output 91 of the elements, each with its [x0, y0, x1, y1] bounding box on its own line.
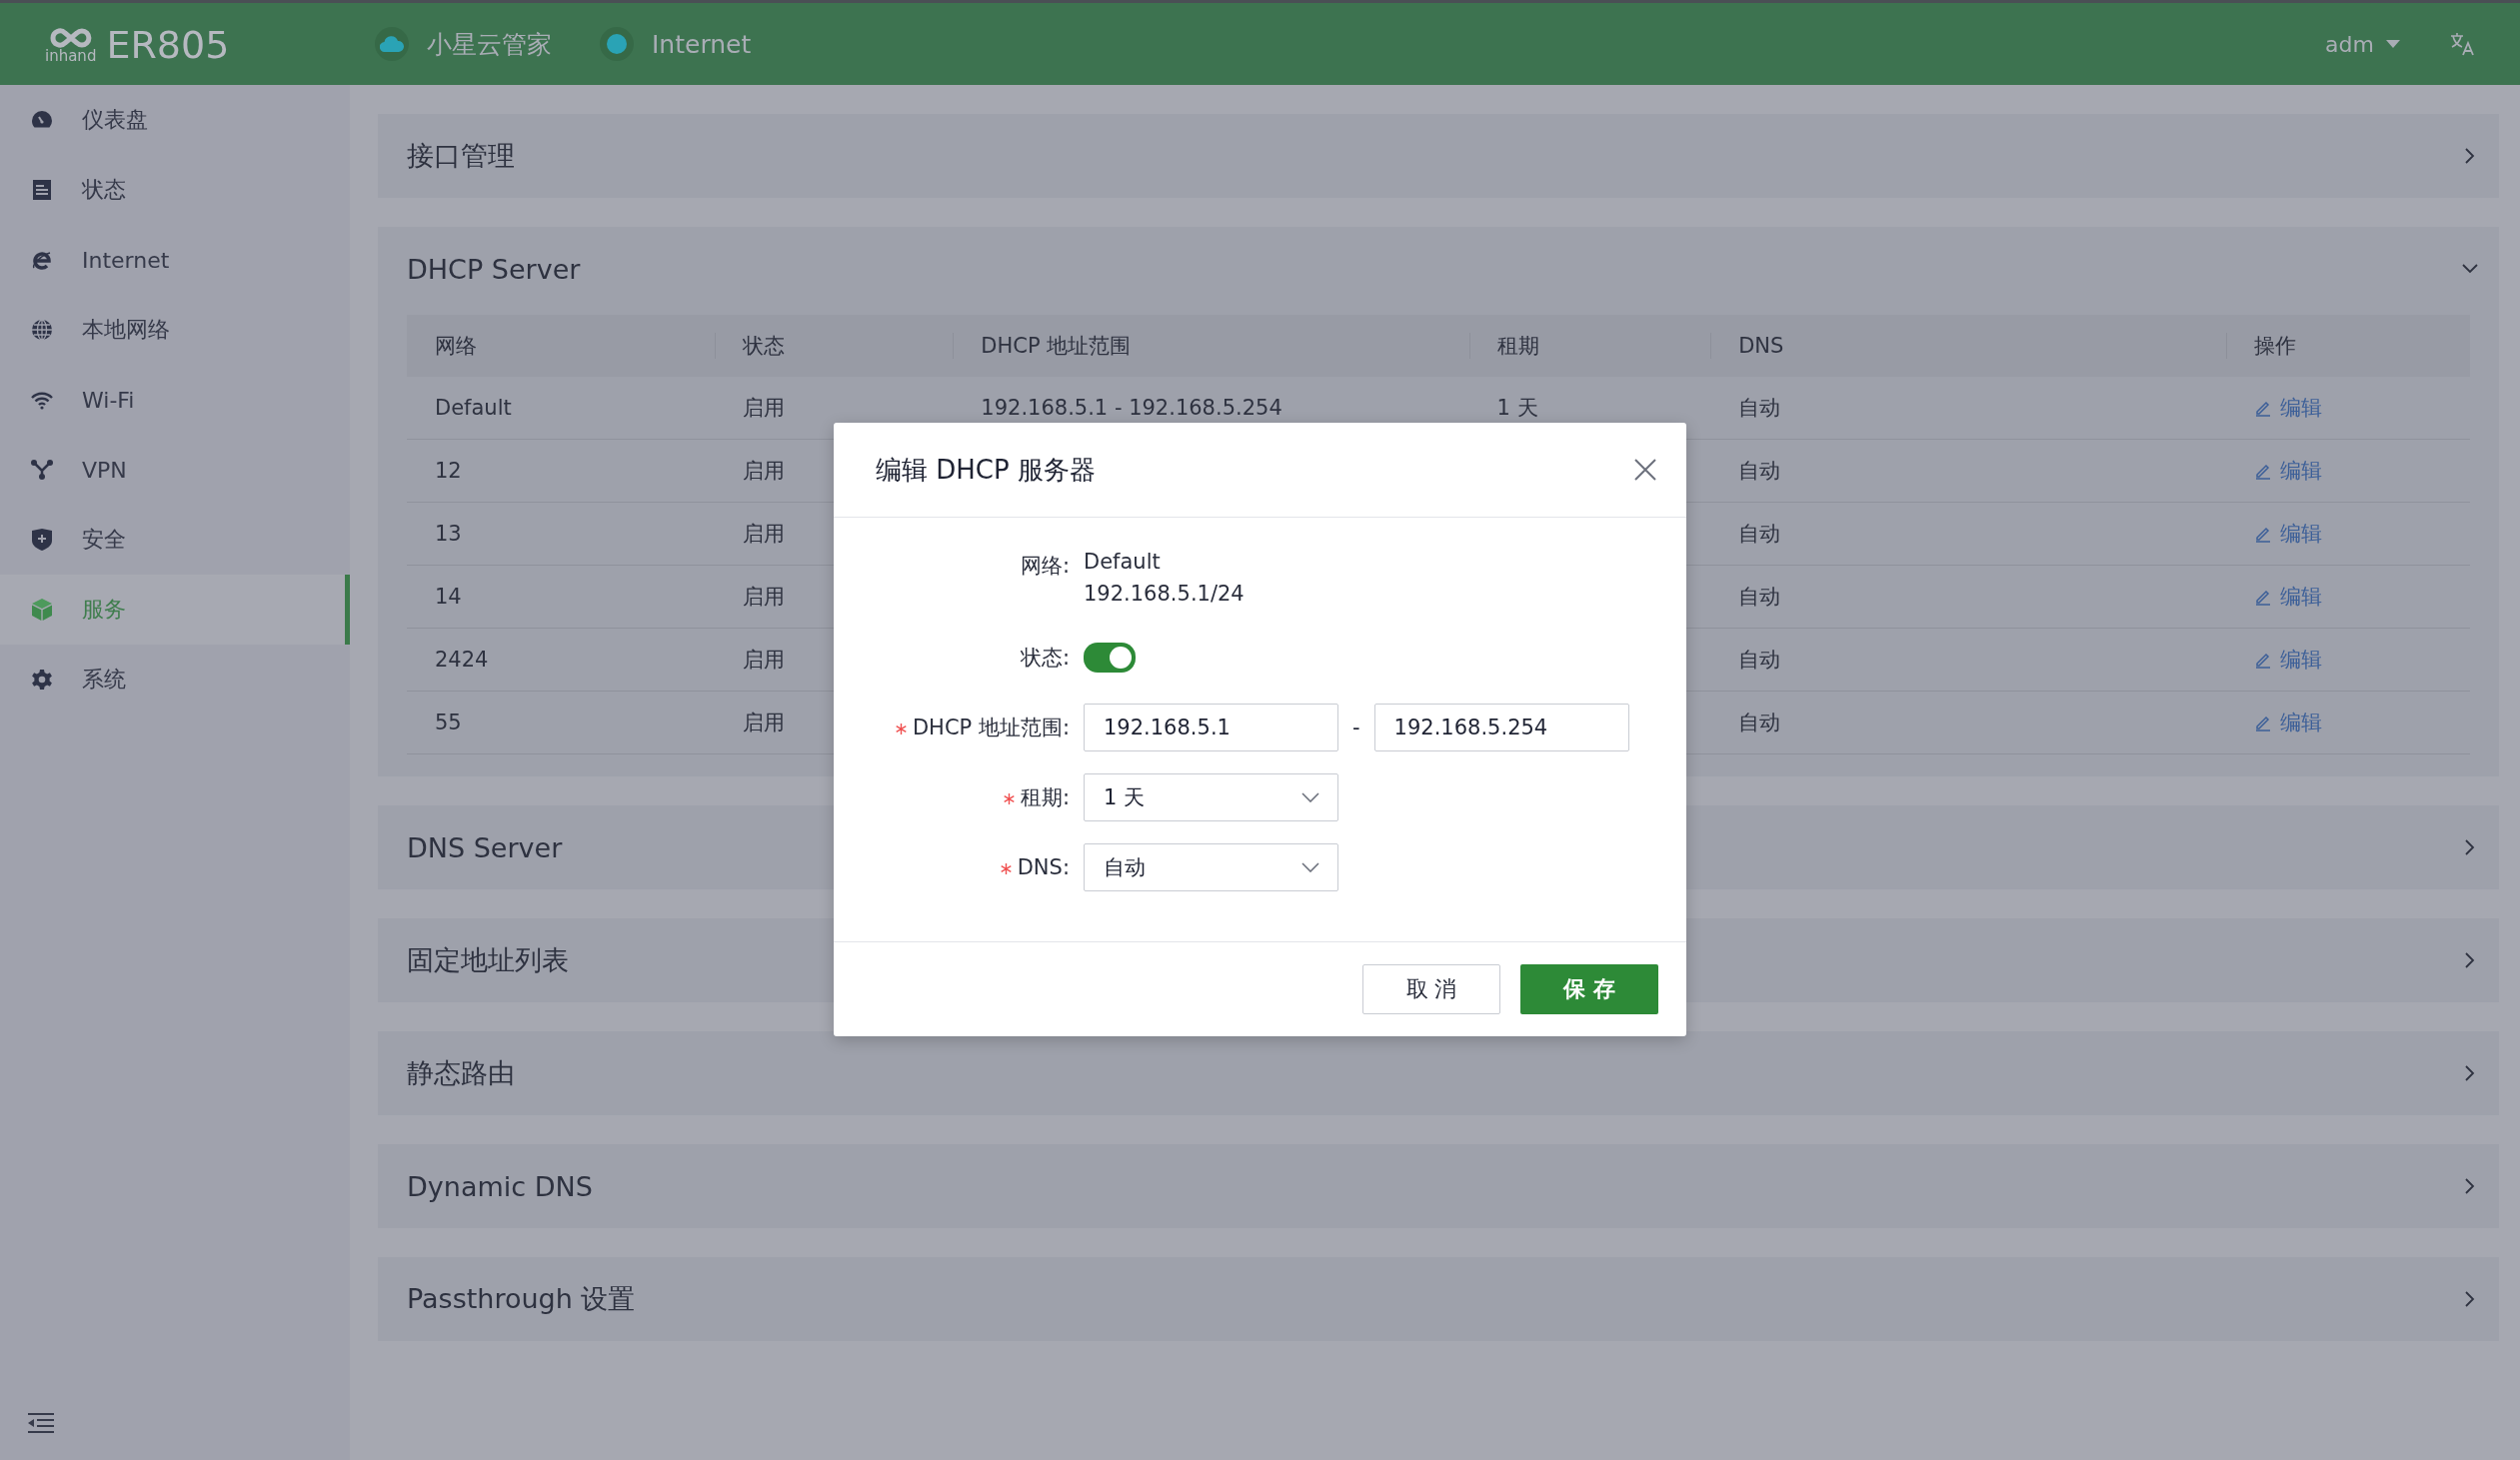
status-dot-icon — [607, 34, 627, 54]
globe-icon — [31, 319, 53, 341]
pencil-icon — [2254, 399, 2273, 417]
sidebar-item[interactable]: VPN — [0, 435, 350, 505]
pencil-icon — [2254, 714, 2273, 731]
table-cell: 启用 — [742, 459, 785, 483]
field-label: 状态: — [1020, 646, 1070, 670]
gear-icon — [31, 669, 53, 691]
table-cell: Default — [435, 396, 512, 420]
column-header: 操作 — [2226, 315, 2470, 377]
sidebar-item[interactable]: 状态 — [0, 155, 350, 225]
sidebar-item[interactable]: 本地网络 — [0, 295, 350, 365]
panel-title[interactable]: DHCP Server — [407, 253, 581, 285]
edit-link[interactable]: 编辑 — [2254, 520, 2323, 548]
field-label: 网络: — [1020, 554, 1070, 578]
gauge-icon — [31, 109, 53, 131]
field-label: DNS: — [1017, 855, 1070, 879]
dialog-title: 编辑 DHCP 服务器 — [876, 453, 1096, 487]
sidebar-item[interactable]: Wi-Fi — [0, 365, 350, 435]
pencil-icon — [2254, 651, 2273, 669]
table-cell: 12 — [435, 459, 462, 483]
range-separator: - — [1352, 716, 1360, 739]
panel-title[interactable]: DNS Server — [407, 831, 563, 863]
save-button[interactable]: 保 存 — [1520, 964, 1658, 1014]
column-header: 状态 — [714, 315, 954, 377]
panel-title[interactable]: 接口管理 — [407, 138, 515, 174]
product-name: ER805 — [106, 25, 230, 64]
table-cell: 启用 — [742, 711, 785, 734]
panel-title[interactable]: Dynamic DNS — [407, 1170, 593, 1202]
field-label: 租期: — [1020, 785, 1070, 809]
table-cell: 55 — [435, 711, 462, 734]
table-cell: 13 — [435, 522, 462, 546]
document-icon — [32, 179, 52, 201]
table-cell: 启用 — [742, 648, 785, 672]
field-label: DHCP 地址范围: — [912, 716, 1070, 739]
sidebar-item[interactable]: Internet — [0, 225, 350, 295]
column-header: DHCP 地址范围 — [953, 315, 1469, 377]
table-cell: 自动 — [1738, 396, 1781, 420]
sidebar-item[interactable]: 仪表盘 — [0, 85, 350, 155]
toggle-switch[interactable] — [1084, 643, 1136, 673]
table-cell: 自动 — [1738, 459, 1781, 483]
edit-link[interactable]: 编辑 — [2254, 394, 2323, 422]
table-cell: 自动 — [1738, 648, 1781, 672]
column-header: DNS — [1710, 315, 2227, 377]
pencil-icon — [2254, 525, 2273, 543]
edit-link[interactable]: 编辑 — [2254, 709, 2323, 736]
table-cell: 14 — [435, 585, 462, 609]
shield-icon — [31, 528, 53, 552]
table-cell: 自动 — [1738, 522, 1781, 546]
close-icon[interactable] — [1634, 459, 1656, 481]
input-field[interactable]: 192.168.5.1 — [1084, 704, 1338, 751]
brand-logo-text: inhand — [45, 48, 97, 64]
panel-title[interactable]: 静态路由 — [407, 1055, 515, 1091]
wifi-icon — [30, 390, 54, 410]
edit-link[interactable]: 编辑 — [2254, 646, 2323, 674]
caret-icon — [2386, 40, 2400, 48]
sidebar-item[interactable]: 安全 — [0, 505, 350, 575]
pencil-icon — [2254, 588, 2273, 606]
column-header: 租期 — [1468, 315, 1711, 377]
table-cell: 启用 — [742, 585, 785, 609]
user-menu[interactable]: adm — [2325, 31, 2400, 57]
translate-icon[interactable] — [2450, 32, 2476, 56]
field-value: 192.168.5.1/24 — [1084, 582, 1246, 606]
cancel-button[interactable]: 取 消 — [1362, 964, 1500, 1014]
field-value: Default — [1084, 550, 1162, 574]
browser-e-icon — [31, 249, 53, 271]
table-cell: 1 天 — [1496, 396, 1538, 420]
panel-title[interactable]: 固定地址列表 — [407, 942, 569, 978]
edit-link[interactable]: 编辑 — [2254, 457, 2323, 485]
chevron-down-icon — [1301, 792, 1319, 802]
cloud-status[interactable]: 小星云管家 — [427, 27, 552, 61]
cube-icon — [31, 598, 53, 622]
select-field[interactable]: 自动 — [1084, 843, 1338, 891]
table-cell: 启用 — [742, 522, 785, 546]
sidebar-item[interactable]: 系统 — [0, 645, 350, 715]
table-cell: 自动 — [1738, 711, 1781, 734]
input-field[interactable]: 192.168.5.254 — [1373, 704, 1629, 751]
chevron-down-icon — [1301, 862, 1319, 872]
cloud-icon — [380, 36, 404, 52]
table-cell: 自动 — [1738, 585, 1781, 609]
pencil-icon — [2254, 462, 2273, 480]
column-header: 网络 — [407, 315, 715, 377]
table-cell: 启用 — [742, 396, 785, 420]
panel-title[interactable]: Passthrough 设置 — [407, 1281, 636, 1317]
table-cell: 192.168.5.1 - 192.168.5.254 — [981, 396, 1282, 420]
edit-link[interactable]: 编辑 — [2254, 583, 2323, 611]
internet-status[interactable]: Internet — [652, 29, 752, 59]
table-cell: 2424 — [435, 648, 489, 672]
nodes-icon — [30, 459, 54, 481]
select-field[interactable]: 1 天 — [1084, 773, 1338, 821]
collapse-menu-icon[interactable] — [28, 1412, 54, 1434]
